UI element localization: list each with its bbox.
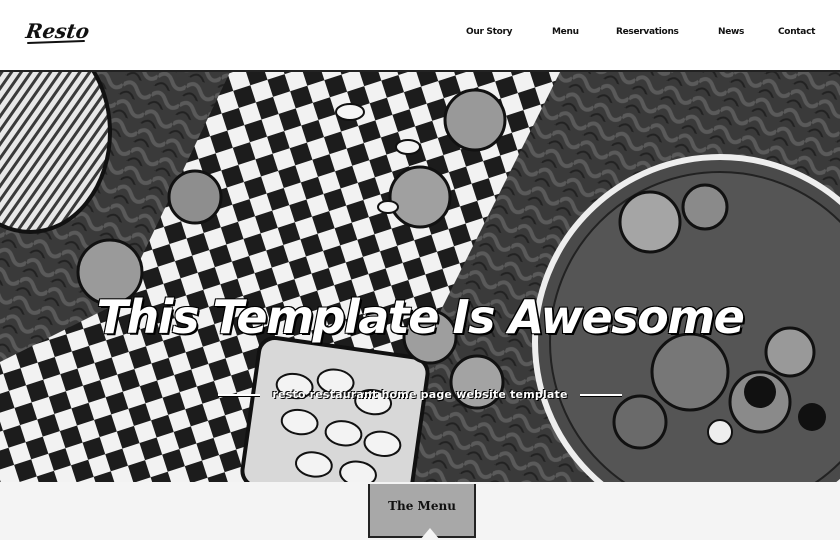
hero-subtitle-row: resto restaurant home page website templ… bbox=[0, 388, 840, 401]
nav-item-menu[interactable]: Menu bbox=[552, 27, 579, 37]
hero-banner: This Template Is Awesome resto restauran… bbox=[0, 72, 840, 482]
menu-tab-label: The Menu bbox=[388, 499, 456, 513]
site-header: Resto Our Story Menu Reservations News C… bbox=[0, 0, 840, 72]
nav-item-reservations[interactable]: Reservations bbox=[616, 27, 679, 37]
nav-item-our-story[interactable]: Our Story bbox=[466, 27, 513, 37]
tray bbox=[240, 335, 430, 482]
nav-item-news[interactable]: News bbox=[718, 27, 744, 37]
subtitle-divider-left bbox=[218, 393, 261, 396]
hero-background-image bbox=[0, 72, 840, 482]
ribbon-notch bbox=[420, 528, 440, 540]
nav-item-contact[interactable]: Contact bbox=[778, 27, 815, 37]
hero-subtitle: resto restaurant home page website templ… bbox=[272, 388, 568, 401]
subtitle-divider-right bbox=[579, 393, 622, 396]
hero-title: This Template Is Awesome bbox=[96, 290, 745, 344]
